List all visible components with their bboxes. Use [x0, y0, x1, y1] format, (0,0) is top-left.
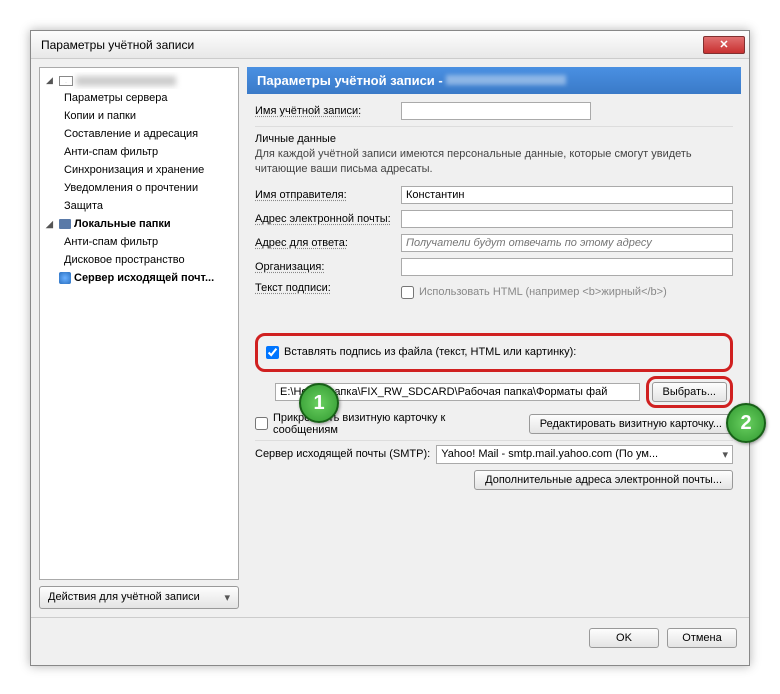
main-panel: Параметры учётной записи - Имя учётной з…: [247, 67, 741, 609]
account-root-label: [76, 76, 176, 86]
close-button[interactable]: ✕: [703, 36, 745, 54]
tree-item-copies[interactable]: Копии и папки: [42, 107, 236, 125]
smtp-server-select[interactable]: Yahoo! Mail - smtp.mail.yahoo.com (По ум…: [436, 445, 733, 464]
personal-data-title: Личные данные: [255, 133, 733, 145]
vcard-checkbox[interactable]: [255, 417, 268, 430]
tree-item-composition[interactable]: Составление и адресация: [42, 125, 236, 143]
form-area: Имя учётной записи: Личные данные Для ка…: [247, 94, 741, 609]
folder-icon: [59, 219, 71, 229]
org-label: Организация:: [255, 261, 395, 273]
banner-account: [446, 75, 566, 85]
email-input[interactable]: [401, 210, 733, 228]
callout-2: 2: [726, 403, 766, 443]
collapse-icon[interactable]: ◢: [46, 75, 56, 86]
account-actions-button[interactable]: Действия для учётной записи: [39, 586, 239, 609]
choose-file-button[interactable]: Выбрать...: [652, 382, 727, 402]
sender-name-input[interactable]: [401, 186, 733, 204]
email-label: Адрес электронной почты:: [255, 213, 395, 225]
dialog-content: ◢ Параметры сервера Копии и папки Состав…: [31, 59, 749, 617]
account-settings-dialog: Параметры учётной записи ✕ ◢ Параметры с…: [30, 30, 750, 666]
row-sender-name: Имя отправителя:: [255, 186, 733, 204]
tree-item-local-antispam[interactable]: Анти-спам фильтр: [42, 233, 236, 251]
outgoing-server-label: Сервер исходящей почт...: [74, 272, 214, 284]
signature-label: Текст подписи:: [255, 282, 395, 294]
insert-sig-label: Вставлять подпись из файла (текст, HTML …: [284, 346, 722, 358]
tree-item-sync[interactable]: Синхронизация и хранение: [42, 161, 236, 179]
tree-item-diskspace[interactable]: Дисковое пространство: [42, 251, 236, 269]
edit-vcard-button[interactable]: Редактировать визитную карточку...: [529, 414, 733, 434]
tree-outgoing-server[interactable]: Сервер исходящей почт...: [42, 269, 236, 287]
row-org: Организация:: [255, 258, 733, 276]
local-folders-label: Локальные папки: [74, 218, 171, 230]
titlebar: Параметры учётной записи ✕: [31, 31, 749, 59]
org-input[interactable]: [401, 258, 733, 276]
extra-addresses-button[interactable]: Дополнительные адреса электронной почты.…: [474, 470, 733, 490]
tree-item-security[interactable]: Защита: [42, 197, 236, 215]
close-icon: ✕: [719, 38, 728, 51]
account-name-label: Имя учётной записи:: [255, 105, 395, 117]
use-html-label: Использовать HTML (например <b>жирный</b…: [419, 286, 733, 298]
row-smtp: Сервер исходящей почты (SMTP): Yahoo! Ma…: [255, 445, 733, 464]
accounts-tree: ◢ Параметры сервера Копии и папки Состав…: [39, 67, 239, 580]
dialog-footer: OK Отмена: [31, 617, 749, 657]
callout-1: 1: [299, 383, 339, 423]
row-reply: Адрес для ответа:: [255, 234, 733, 252]
mail-icon: [59, 76, 73, 86]
row-extra: Дополнительные адреса электронной почты.…: [255, 470, 733, 490]
file-path-row: Выбрать...: [275, 376, 733, 408]
sidebar-footer: Действия для учётной записи: [39, 586, 239, 609]
cancel-button[interactable]: Отмена: [667, 628, 737, 648]
tree-item-server-params[interactable]: Параметры сервера: [42, 89, 236, 107]
smtp-label: Сервер исходящей почты (SMTP):: [255, 448, 430, 460]
globe-icon: [59, 272, 71, 284]
row-email: Адрес электронной почты:: [255, 210, 733, 228]
smtp-selected-value: Yahoo! Mail - smtp.mail.yahoo.com (По ум…: [441, 448, 658, 460]
account-name-input[interactable]: [401, 102, 591, 120]
personal-data-desc: Для каждой учётной записи имеются персон…: [255, 147, 733, 178]
collapse-icon[interactable]: ◢: [46, 219, 56, 230]
tree-item-antispam[interactable]: Анти-спам фильтр: [42, 143, 236, 161]
tree-account-root[interactable]: ◢: [42, 72, 236, 89]
highlight-choose-button: Выбрать...: [646, 376, 733, 408]
row-signature: Текст подписи: Использовать HTML (наприм…: [255, 282, 733, 303]
sender-name-label: Имя отправителя:: [255, 189, 395, 201]
banner-text: Параметры учётной записи -: [257, 73, 446, 88]
insert-sig-checkbox[interactable]: [266, 346, 279, 359]
window-title: Параметры учётной записи: [41, 38, 703, 52]
use-html-checkbox[interactable]: [401, 286, 414, 299]
reply-input[interactable]: [401, 234, 733, 252]
row-account-name: Имя учётной записи:: [255, 102, 733, 120]
ok-button[interactable]: OK: [589, 628, 659, 648]
section-banner: Параметры учётной записи -: [247, 67, 741, 94]
insert-sig-row: Вставлять подпись из файла (текст, HTML …: [266, 346, 722, 359]
tree-local-folders[interactable]: ◢ Локальные папки: [42, 215, 236, 233]
use-html-row: Использовать HTML (например <b>жирный</b…: [401, 286, 733, 299]
reply-label: Адрес для ответа:: [255, 237, 395, 249]
highlight-insert-signature: Вставлять подпись из файла (текст, HTML …: [255, 333, 733, 372]
tree-item-receipts[interactable]: Уведомления о прочтении: [42, 179, 236, 197]
sidebar: ◢ Параметры сервера Копии и папки Состав…: [39, 67, 239, 609]
